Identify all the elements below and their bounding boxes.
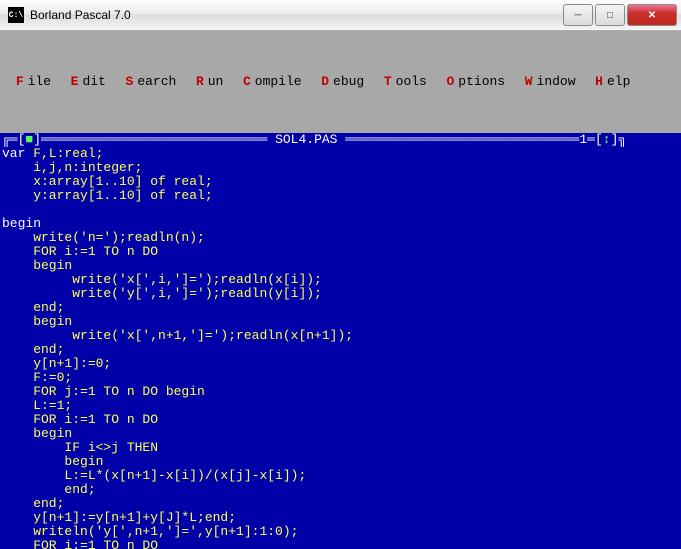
maximize-button[interactable]: □	[595, 4, 625, 26]
code-line: writeln('y[',n+1,']=',y[n+1]:1:0);	[2, 524, 298, 539]
menu-search[interactable]: Search	[118, 75, 184, 89]
code-line: FOR i:=1 TO n DO	[2, 244, 158, 259]
menu-options[interactable]: Options	[439, 75, 513, 89]
code-line: write('x[',n+1,']=');readln(x[n+1]);	[2, 328, 353, 343]
code-line: FOR i:=1 TO n DO	[2, 538, 158, 549]
menu-file[interactable]: File	[8, 75, 59, 89]
code-line: end;	[2, 300, 64, 315]
menu-tools[interactable]: Tools	[376, 75, 435, 89]
code-line: write('x[',i,']=');readln(x[i]);	[2, 272, 322, 287]
window-controls: ─ □ ✕	[561, 4, 677, 26]
editor-top-frame: ╔═[■]═════════════════════════════ SOL4.…	[0, 133, 681, 147]
code-line: y:array[1..10] of real;	[2, 188, 213, 203]
code-line: FOR j:=1 TO n DO begin	[2, 384, 205, 399]
menu-help[interactable]: Help	[587, 75, 638, 89]
code-line: FOR i:=1 TO n DO	[2, 412, 158, 427]
code-line: end;	[2, 482, 96, 497]
code-area[interactable]: var F,L:real; i,j,n:integer; x:array[1..…	[0, 147, 681, 549]
menu-debug[interactable]: Debug	[313, 75, 372, 89]
code-line: var	[2, 147, 25, 161]
code-line: begin	[2, 258, 72, 273]
menu-window[interactable]: Window	[517, 75, 583, 89]
code-line: y[n+1]:=y[n+1]+y[J]*L;end;	[2, 510, 236, 525]
code-line: begin	[2, 314, 72, 329]
menu-run[interactable]: Run	[188, 75, 231, 89]
code-line: L:=L*(x[n+1]-x[i])/(x[j]-x[i]);	[2, 468, 306, 483]
code-line: write('n=');readln(n);	[2, 230, 205, 245]
menu-bar[interactable]: File Edit Search Run Compile Debug Tools…	[0, 73, 681, 91]
code-line: write('y[',i,']=');readln(y[i]);	[2, 286, 322, 301]
code-line: end;	[2, 496, 64, 511]
code-line: i,j,n:integer;	[2, 160, 142, 175]
editor-window-number: 1	[579, 132, 587, 147]
app-icon: C:\	[8, 7, 24, 23]
code-line: begin	[2, 426, 72, 441]
code-line: x:array[1..10] of real;	[2, 174, 213, 189]
app-window: C:\ Borland Pascal 7.0 ─ □ ✕ File Edit S…	[0, 0, 681, 549]
minimize-button[interactable]: ─	[563, 4, 593, 26]
editor-filename: SOL4.PAS	[275, 132, 337, 147]
titlebar[interactable]: C:\ Borland Pascal 7.0 ─ □ ✕	[0, 0, 681, 31]
close-button[interactable]: ✕	[627, 4, 677, 26]
code-line: F:=0;	[2, 370, 72, 385]
code-line: end;	[2, 342, 64, 357]
code-line: begin	[2, 216, 41, 231]
menu-edit[interactable]: Edit	[63, 75, 114, 89]
code-line: L:=1;	[2, 398, 72, 413]
code-line: IF i<>j THEN	[2, 440, 158, 455]
menu-compile[interactable]: Compile	[235, 75, 309, 89]
code-line: F,L:real;	[25, 147, 103, 161]
window-title: Borland Pascal 7.0	[30, 8, 561, 22]
code-line: y[n+1]:=0;	[2, 356, 111, 371]
console-area: File Edit Search Run Compile Debug Tools…	[0, 31, 681, 549]
code-line: begin	[2, 454, 103, 469]
editor-window: ╔═[■]═════════════════════════════ SOL4.…	[0, 133, 681, 549]
